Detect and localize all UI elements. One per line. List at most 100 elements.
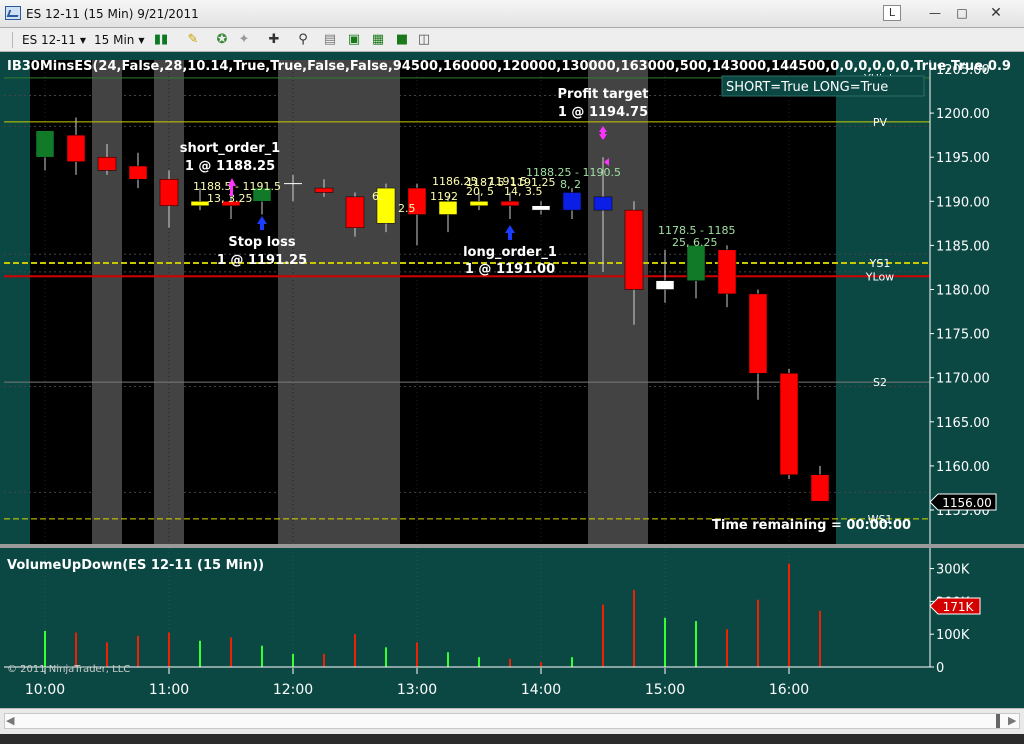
short-long-label: SHORT=True LONG=True: [726, 80, 888, 95]
bar-range-label: 8, 2: [560, 178, 581, 191]
candle-body: [97, 156, 117, 171]
session-background: [30, 60, 836, 544]
y-tick-label: 1170.00: [936, 372, 990, 387]
hand-icon[interactable]: ✪: [214, 32, 230, 48]
profit-target-price: 1 @ 1194.75: [558, 105, 648, 120]
indicator-label: IB30MinsES(24,False,28,10.14,True,True,F…: [7, 59, 1011, 74]
candle-body: [779, 373, 799, 475]
y-tick-label: 1175.00: [936, 328, 990, 343]
save-icon[interactable]: ■: [394, 32, 410, 48]
candle-body: [128, 165, 148, 180]
scrollbar-thumb[interactable]: [996, 714, 1000, 728]
y-tick-label: 1200.00: [936, 107, 990, 122]
bar-range-label: 6.: [372, 190, 383, 203]
app-icon: [5, 6, 21, 20]
scrollbar-track[interactable]: [4, 713, 1020, 729]
bar-range-label: 25, 6.25: [672, 236, 717, 249]
candle-body: [562, 192, 582, 211]
long-order-price: 1 @ 1191.00: [465, 262, 555, 277]
y-tick-label: 1190.00: [936, 195, 990, 210]
candle-body: [500, 201, 520, 206]
x-tick-label: 16:00: [769, 682, 809, 698]
candle-body: [686, 245, 706, 281]
candle-body: [35, 130, 55, 158]
profit-target-name: Profit target: [558, 87, 649, 102]
candle-body: [438, 201, 458, 215]
panel-separator: [0, 544, 1024, 548]
strategies-icon[interactable]: ▦: [370, 32, 386, 48]
short-order-name: short_order_1: [180, 141, 280, 156]
minimize-button[interactable]: —: [925, 5, 945, 21]
y-tick-label: 1160.00: [936, 460, 990, 475]
maximize-button[interactable]: □: [952, 5, 972, 21]
chart-area[interactable]: YHighPVYS1YLowS2WS1 1188.5 - 1191.513, 3…: [0, 52, 1024, 708]
window-titlebar: ES 12-11 (15 Min) 9/21/2011 L — □ ✕: [0, 0, 1024, 28]
volume-panel-title: VolumeUpDown(ES 12-11 (15 Min)): [7, 558, 264, 573]
y-tick-label: 1180.00: [936, 284, 990, 299]
x-tick-label: 15:00: [645, 682, 685, 698]
candle-body: [717, 249, 737, 295]
zoom-icon[interactable]: ⚲: [295, 32, 311, 48]
y-tick-label: 1165.00: [936, 416, 990, 431]
stop-loss-price: 1 @ 1191.25: [217, 253, 307, 268]
indicators-icon[interactable]: ▣: [346, 32, 362, 48]
level-label-S2: S2: [873, 376, 887, 389]
price-chart-svg[interactable]: YHighPVYS1YLowS2WS1 1188.5 - 1191.513, 3…: [0, 52, 1024, 708]
candle-body: [655, 280, 675, 290]
instrument-selector[interactable]: ES 12-11 ▼: [22, 32, 86, 48]
draw-tools-icon[interactable]: ✦: [236, 32, 252, 48]
os-taskbar: [0, 734, 1024, 744]
candle-body: [159, 179, 179, 206]
properties-icon[interactable]: ◫: [416, 32, 432, 48]
y-tick-label: 1195.00: [936, 151, 990, 166]
level-label-YS1: YS1: [869, 257, 891, 270]
volume-tick-label: 0: [936, 661, 944, 676]
candle-body: [469, 201, 489, 206]
candle-body: [531, 205, 551, 211]
candle-body: [345, 196, 365, 229]
toolbar-grip: [12, 32, 13, 48]
candle-body: [810, 474, 830, 502]
scroll-right-icon[interactable]: ▶: [1008, 714, 1016, 727]
scroll-left-icon[interactable]: ◀: [6, 714, 14, 727]
volume-tick-label: 100K: [936, 628, 970, 643]
candle-body: [748, 293, 768, 374]
volume-last-tag: 171K: [929, 597, 981, 615]
chart-toolbar: ES 12-11 ▼ 15 Min ▼ ▮▮ ✎ ✪ ✦ ✚ ⚲ ▤ ▣ ▦ ■ ◫: [0, 28, 1024, 52]
long-order-name: long_order_1: [463, 245, 557, 260]
long-order-arrow-stem: [508, 232, 512, 240]
interval-selector[interactable]: 15 Min ▼: [94, 32, 145, 48]
x-tick-label: 14:00: [521, 682, 561, 698]
chart-style-icon[interactable]: ▮▮: [153, 32, 169, 48]
stop-loss-arrow-stem: [260, 222, 264, 230]
ib-band-3: [588, 60, 648, 544]
x-tick-label: 10:00: [25, 682, 65, 698]
link-button[interactable]: L: [883, 5, 901, 21]
crosshair-icon[interactable]: ✚: [266, 32, 282, 48]
candle-body: [624, 209, 644, 290]
x-tick-label: 12:00: [273, 682, 313, 698]
bar-range-label: 13, 3.25: [207, 192, 252, 205]
pencil-icon[interactable]: ✎: [185, 32, 201, 48]
level-label-PV: PV: [873, 116, 888, 129]
volume-tick-label: 300K: [936, 563, 970, 578]
y-tick-label: 1185.00: [936, 239, 990, 254]
ib-band-0: [92, 60, 122, 544]
volume-last-value: 171K: [943, 600, 975, 614]
chart-scrollbar[interactable]: ◀ ▶: [0, 708, 1024, 734]
stop-loss-name: Stop loss: [228, 235, 295, 250]
last-price-tag: 1156.00: [929, 493, 997, 511]
data-box-icon[interactable]: ▤: [322, 32, 338, 48]
ib-band-2: [278, 60, 400, 544]
time-remaining-label: Time remaining = 00:00:00: [712, 518, 911, 533]
last-price-value: 1156.00: [942, 496, 992, 510]
bar-range-label: 2.5: [398, 202, 416, 215]
close-button[interactable]: ✕: [986, 5, 1006, 21]
window-title: ES 12-11 (15 Min) 9/21/2011: [26, 7, 199, 21]
candle-body: [66, 134, 86, 162]
short-order-marker-stem: [230, 182, 233, 196]
candle-body: [593, 196, 613, 211]
bar-range-label: 1192: [430, 190, 458, 203]
x-tick-label: 11:00: [149, 682, 189, 698]
short-order-price: 1 @ 1188.25: [185, 159, 275, 174]
